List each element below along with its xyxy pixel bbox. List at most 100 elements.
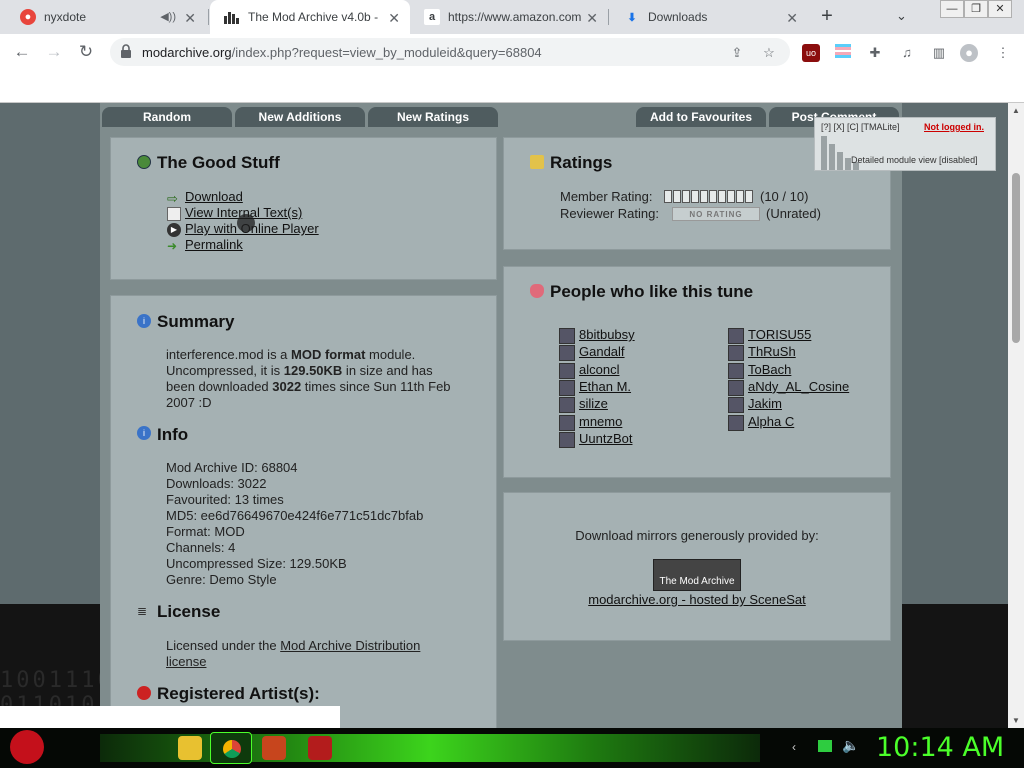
url-text: modarchive.org/index.php?request=view_by…	[142, 45, 542, 60]
close-icon[interactable]: ✕	[184, 10, 196, 27]
minimize-icon[interactable]: —	[940, 0, 964, 18]
user-link[interactable]: TORISU55	[748, 327, 811, 343]
new-tab-button[interactable]: +	[816, 6, 838, 28]
tab-title: Downloads	[648, 10, 708, 24]
reviewer-rating-label: Reviewer Rating:	[560, 206, 659, 221]
user-avatar[interactable]	[559, 431, 575, 448]
user-link[interactable]: ToBach	[748, 362, 791, 378]
tray-chevron-icon[interactable]: ‹	[792, 740, 796, 754]
share-icon[interactable]: ⇪	[728, 44, 746, 62]
user-link[interactable]: mnemo	[579, 414, 622, 430]
extensions-puzzle-icon[interactable]: ✚	[866, 44, 884, 62]
menu-kebab-icon[interactable]: ⋮	[994, 44, 1012, 62]
profile-avatar-icon[interactable]: ●	[960, 44, 978, 62]
license-link[interactable]: Mod Archive Distribution	[280, 638, 420, 653]
tab-mod-archive[interactable]: The Mod Archive v4.0b - ✕	[210, 0, 410, 34]
user-avatar[interactable]	[559, 345, 575, 362]
people-title: People who like this tune	[550, 282, 754, 301]
tab-amazon[interactable]: a https://www.amazon.com ✕	[410, 0, 608, 34]
back-icon[interactable]: ←	[12, 42, 32, 62]
people-panel: People who like this tune 8bitbubsy Ganda…	[503, 266, 891, 478]
audio-icon[interactable]: ◀))	[160, 10, 176, 23]
notice-links[interactable]: [?] [X] [C] [TMALite]	[821, 122, 900, 132]
user-link[interactable]: Jakim	[748, 396, 782, 412]
scroll-thumb[interactable]	[1012, 173, 1020, 343]
user-avatar[interactable]	[559, 362, 575, 379]
tab-nyxdote[interactable]: ● nyxdote ◀)) ✕	[6, 0, 206, 34]
user-avatar[interactable]	[728, 362, 744, 379]
nav-random[interactable]: Random	[102, 107, 232, 127]
user-link[interactable]: Alpha C	[748, 414, 794, 430]
close-icon[interactable]: ✕	[786, 10, 798, 27]
info-line: Favourited: 13 times	[166, 492, 284, 507]
close-icon[interactable]: ✕	[388, 10, 400, 27]
user-avatar[interactable]	[559, 328, 575, 344]
tab-downloads[interactable]: ⬇ Downloads ✕	[610, 0, 808, 34]
user-link[interactable]: alconcl	[579, 362, 619, 378]
bird-app-taskbar-icon[interactable]	[308, 736, 332, 760]
app-taskbar-icon[interactable]	[262, 736, 286, 760]
recording-icon: ●	[20, 9, 36, 25]
page-scrollbar[interactable]: ▲ ▼	[1008, 103, 1024, 728]
user-link[interactable]: Gandalf	[579, 344, 625, 360]
tab-search-button[interactable]: ⌄	[896, 8, 907, 24]
angry-bird-start-icon[interactable]	[10, 730, 44, 764]
user-link[interactable]: UuntzBot	[579, 431, 632, 447]
restore-icon[interactable]: ❐	[964, 0, 988, 18]
close-window-icon[interactable]: ✕	[988, 0, 1012, 18]
file-explorer-icon[interactable]	[178, 736, 202, 760]
volume-icon[interactable]: 🔈	[842, 737, 859, 754]
license-link-cont[interactable]: license	[166, 654, 206, 669]
user-avatar[interactable]	[728, 379, 744, 396]
globe-icon	[137, 155, 151, 169]
user-link[interactable]: aNdy_AL_Cosine	[748, 379, 849, 395]
scenesat-link[interactable]: modarchive.org - hosted by SceneSat	[504, 592, 890, 608]
user-link[interactable]: ThRuSh	[748, 344, 796, 360]
user-avatar[interactable]	[728, 397, 744, 414]
user-avatar[interactable]	[559, 397, 575, 414]
permalink-link[interactable]: Permalink	[185, 237, 243, 253]
award-icon	[137, 686, 151, 700]
overlay-white-bar	[0, 706, 340, 728]
nav-new-additions[interactable]: New Additions	[235, 107, 365, 127]
no-rating-badge: NO RATING	[672, 207, 760, 221]
address-bar[interactable]: modarchive.org/index.php?request=view_by…	[110, 38, 790, 66]
battery-icon[interactable]	[818, 740, 832, 752]
side-panel-icon[interactable]: ▥	[930, 44, 948, 62]
member-rating-value: (10 / 10)	[760, 189, 809, 204]
user-link[interactable]: Ethan M.	[579, 379, 631, 395]
mod-archive-logo[interactable]: The Mod Archive	[653, 559, 741, 591]
scroll-down-icon[interactable]: ▼	[1012, 716, 1020, 725]
scroll-up-icon[interactable]: ▲	[1012, 106, 1020, 115]
download-link[interactable]: Download	[185, 189, 243, 205]
info-icon: i	[137, 314, 151, 328]
user-avatar[interactable]	[728, 414, 744, 431]
close-icon[interactable]: ✕	[586, 10, 598, 27]
member-rating-bar	[664, 190, 753, 203]
chrome-taskbar-button[interactable]	[210, 732, 252, 764]
reload-icon[interactable]: ↻	[76, 42, 96, 62]
nav-add-to-favourites[interactable]: Add to Favourites	[636, 107, 766, 127]
taskbar: ‹ 🔈 10:14 AM	[0, 728, 1024, 768]
user-link[interactable]: silize	[579, 396, 608, 412]
media-control-icon[interactable]: ♫	[898, 44, 916, 62]
good-stuff-title: The Good Stuff	[157, 153, 280, 172]
not-logged-in-link[interactable]: Not logged in.	[924, 122, 984, 132]
tab-title: nyxdote	[44, 10, 87, 24]
user-link[interactable]: 8bitbubsy	[579, 327, 635, 343]
flag-extension-icon[interactable]	[834, 44, 852, 62]
taskbar-clock[interactable]: 10:14 AM	[876, 732, 1004, 763]
ublock-icon[interactable]: uo	[802, 44, 820, 62]
user-avatar[interactable]	[728, 328, 744, 344]
amazon-icon: a	[424, 9, 440, 25]
user-avatar[interactable]	[728, 345, 744, 362]
mirrors-text: Download mirrors generously provided by:	[575, 528, 819, 543]
user-avatar[interactable]	[559, 414, 575, 431]
forward-icon[interactable]: →	[44, 42, 64, 62]
bookmark-star-icon[interactable]: ☆	[760, 44, 778, 62]
reviewer-rating-value: (Unrated)	[766, 206, 821, 221]
user-avatar[interactable]	[559, 379, 575, 396]
detail-view-text: Detailed module view [disabled]	[851, 155, 978, 165]
play-icon: ▶	[167, 223, 181, 237]
nav-new-ratings[interactable]: New Ratings	[368, 107, 498, 127]
